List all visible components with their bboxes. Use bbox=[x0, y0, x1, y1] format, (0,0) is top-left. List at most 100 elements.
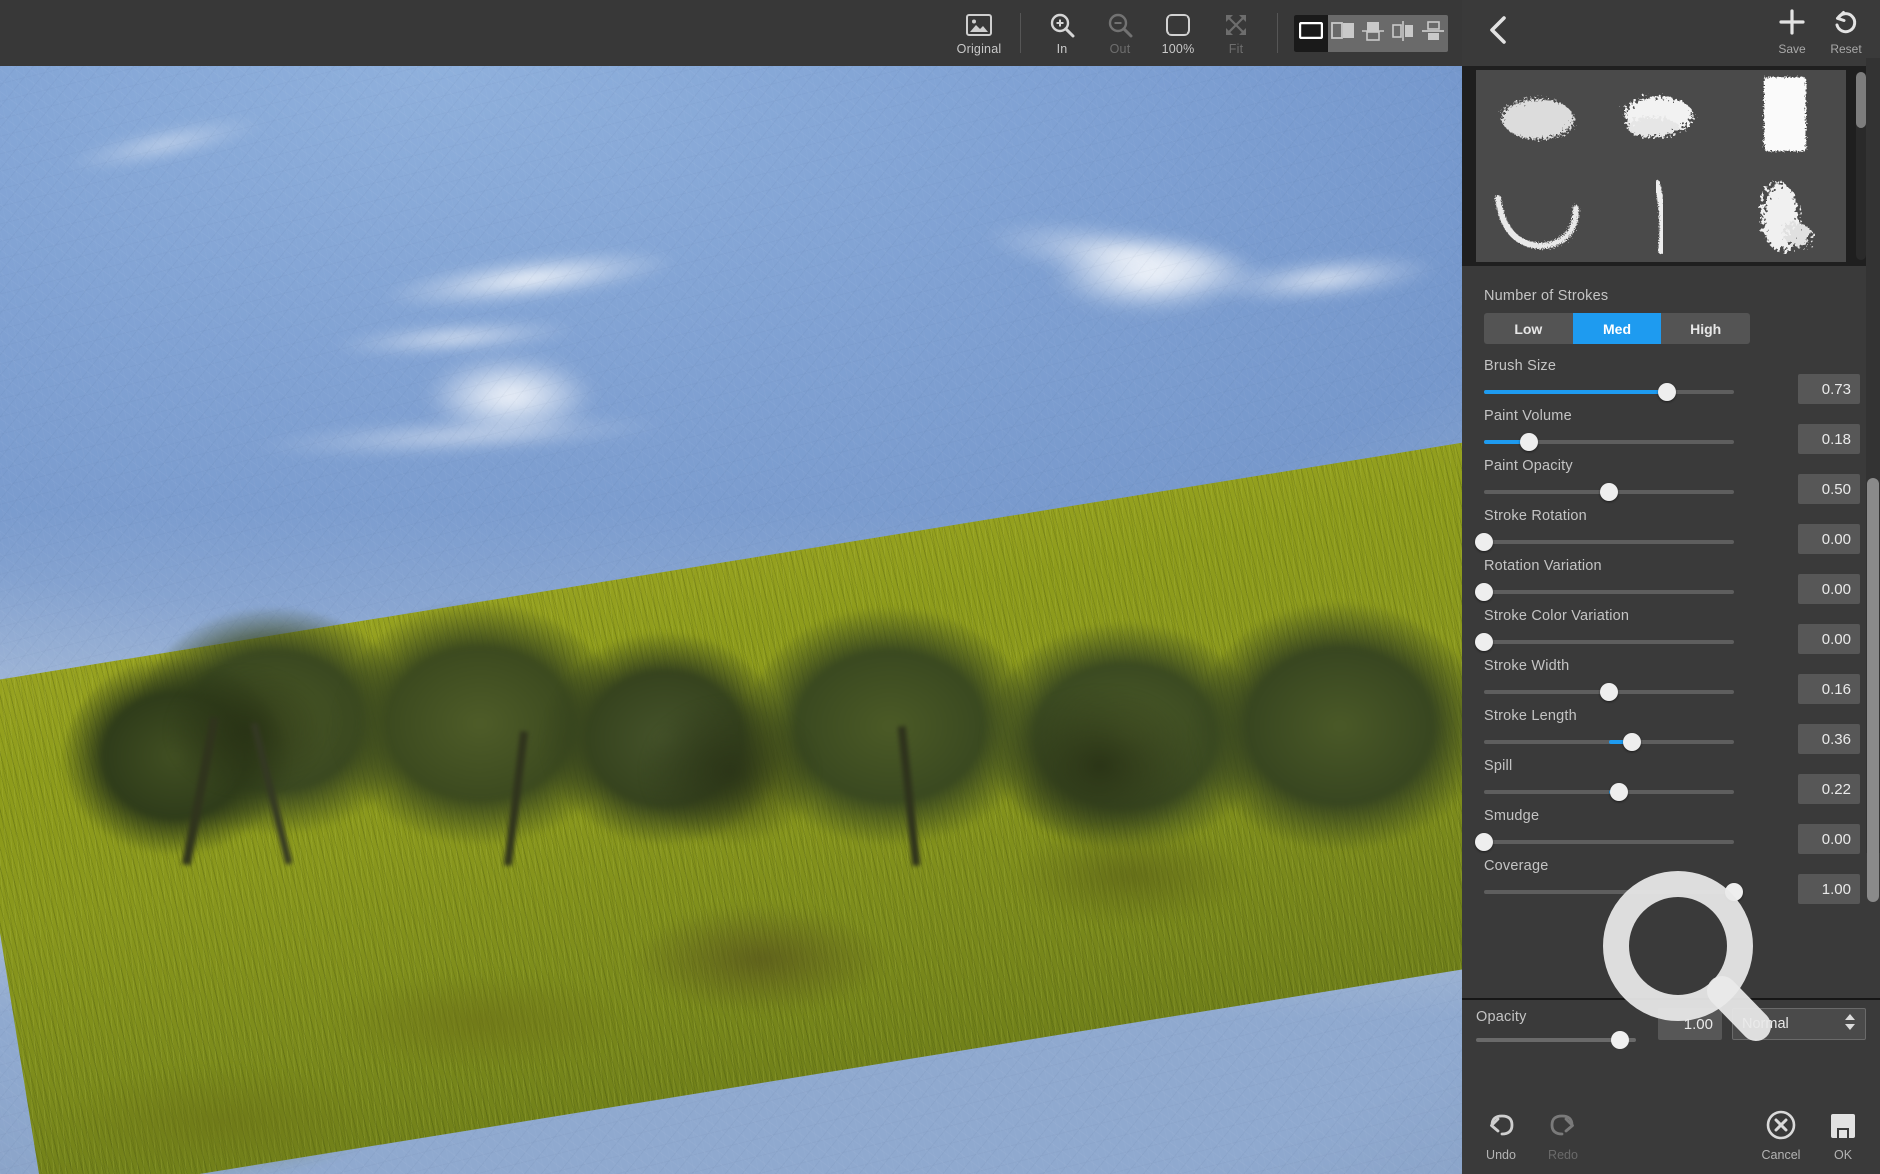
coverage-slider-knob[interactable] bbox=[1725, 883, 1743, 901]
rotation-variation-value[interactable]: 0.00 bbox=[1798, 574, 1860, 604]
brush-size-slider-knob[interactable] bbox=[1657, 383, 1676, 401]
ok-button[interactable]: OK bbox=[1814, 1111, 1872, 1162]
stroke-rotation-slider[interactable] bbox=[1475, 533, 1734, 551]
back-button[interactable] bbox=[1474, 8, 1522, 56]
opacity-value[interactable]: 1.00 bbox=[1658, 1008, 1722, 1040]
brush-scrollbar-thumb[interactable] bbox=[1856, 72, 1866, 128]
slider-row-coverage: Coverage 1.00 bbox=[1462, 858, 1880, 908]
brush-size-slider[interactable] bbox=[1484, 383, 1734, 401]
save-preset-button[interactable]: Save bbox=[1766, 5, 1818, 59]
paint-opacity-slider[interactable] bbox=[1484, 483, 1734, 501]
brush-preset-6[interactable] bbox=[1723, 168, 1846, 262]
blend-mode-select[interactable]: Normal bbox=[1732, 1008, 1866, 1040]
stroke-rotation-slider-knob[interactable] bbox=[1475, 533, 1493, 551]
stroke-width-slider[interactable] bbox=[1484, 683, 1734, 701]
brush-preset-1[interactable] bbox=[1476, 70, 1599, 168]
spill-slider-knob[interactable] bbox=[1610, 783, 1628, 801]
undo-button[interactable]: Undo bbox=[1472, 1111, 1530, 1162]
zoom-fit-label: Fit bbox=[1228, 42, 1244, 56]
floppy-save-icon bbox=[1827, 1111, 1859, 1146]
smudge-slider-knob[interactable] bbox=[1475, 833, 1493, 851]
brush-size-value[interactable]: 0.73 bbox=[1798, 374, 1860, 404]
panel-scrollbar-thumb[interactable] bbox=[1867, 478, 1879, 902]
paint-volume-slider[interactable] bbox=[1484, 433, 1734, 451]
single-view-icon bbox=[1298, 21, 1324, 44]
zoom-out-button[interactable]: Out bbox=[1091, 5, 1149, 61]
coverage-slider[interactable] bbox=[1484, 883, 1743, 901]
slider-row-stroke-rotation: Stroke Rotation 0.00 bbox=[1462, 508, 1880, 558]
zoom-in-button[interactable]: In bbox=[1033, 5, 1091, 61]
canvas-viewport[interactable] bbox=[0, 66, 1462, 1174]
paint-opacity-value[interactable]: 0.50 bbox=[1798, 474, 1860, 504]
stroke-color-variation-value[interactable]: 0.00 bbox=[1798, 624, 1860, 654]
slider-row-stroke-color-variation: Stroke Color Variation 0.00 bbox=[1462, 608, 1880, 658]
spill-label: Spill bbox=[1484, 758, 1513, 774]
view-mode-top-bottom[interactable] bbox=[1358, 15, 1388, 52]
brush-preset-3[interactable] bbox=[1723, 70, 1846, 168]
stroke-length-label: Stroke Length bbox=[1484, 708, 1577, 724]
paint-volume-label: Paint Volume bbox=[1484, 408, 1572, 424]
view-mode-side-by-side[interactable] bbox=[1328, 15, 1358, 52]
redo-arrow-icon bbox=[1547, 1111, 1579, 1146]
brush-preset-4[interactable] bbox=[1476, 168, 1599, 262]
paint-volume-slider-knob[interactable] bbox=[1520, 433, 1538, 451]
reset-button[interactable]: Reset bbox=[1820, 5, 1872, 59]
view-mode-compare-horizontal[interactable] bbox=[1418, 15, 1448, 52]
brush-size-label: Brush Size bbox=[1484, 358, 1557, 374]
panel-scrollbar-track[interactable] bbox=[1866, 58, 1880, 902]
slider-row-brush-size: Brush Size 0.73 bbox=[1462, 358, 1880, 408]
redo-label: Redo bbox=[1548, 1148, 1578, 1162]
stroke-length-value[interactable]: 0.36 bbox=[1798, 724, 1860, 754]
slider-row-paint-opacity: Paint Opacity 0.50 bbox=[1462, 458, 1880, 508]
stroke-color-variation-slider[interactable] bbox=[1475, 633, 1734, 651]
opacity-slider-knob[interactable] bbox=[1611, 1031, 1629, 1049]
opacity-slider[interactable] bbox=[1476, 1031, 1636, 1049]
thin-stroke-icon bbox=[1631, 179, 1691, 255]
brush-scrollbar-track[interactable] bbox=[1856, 72, 1866, 260]
smudge-value[interactable]: 0.00 bbox=[1798, 824, 1860, 854]
cancel-button[interactable]: Cancel bbox=[1752, 1109, 1810, 1162]
strokes-label: Number of Strokes bbox=[1484, 288, 1609, 304]
smudge-label: Smudge bbox=[1484, 808, 1540, 824]
view-mode-compare-vertical[interactable] bbox=[1388, 15, 1418, 52]
view-mode-single[interactable] bbox=[1294, 14, 1328, 52]
fit-screen-icon bbox=[1223, 10, 1249, 40]
stroke-color-variation-slider-knob[interactable] bbox=[1475, 633, 1493, 651]
stroke-length-slider-knob[interactable] bbox=[1622, 733, 1641, 751]
strokes-option-high[interactable]: High bbox=[1661, 313, 1750, 344]
brush-preset-2[interactable] bbox=[1599, 70, 1722, 168]
stepper-updown-icon bbox=[1844, 1013, 1856, 1035]
smudge-slider[interactable] bbox=[1475, 833, 1734, 851]
strokes-option-low[interactable]: Low bbox=[1484, 313, 1573, 344]
zoom-in-icon bbox=[1049, 10, 1075, 40]
stroke-length-slider[interactable] bbox=[1484, 733, 1734, 751]
stroke-color-variation-label: Stroke Color Variation bbox=[1484, 608, 1630, 624]
zoom-fit-button[interactable]: Fit bbox=[1207, 5, 1265, 61]
paint-volume-value[interactable]: 0.18 bbox=[1798, 424, 1860, 454]
tree-shadow bbox=[165, 666, 325, 796]
brush-preset-5[interactable] bbox=[1599, 168, 1722, 262]
strokes-segmented-control[interactable]: Low Med High bbox=[1484, 313, 1750, 344]
stroke-width-value[interactable]: 0.16 bbox=[1798, 674, 1860, 704]
redo-button[interactable]: Redo bbox=[1534, 1111, 1592, 1162]
tree bbox=[1190, 601, 1462, 851]
spill-slider[interactable] bbox=[1484, 783, 1734, 801]
ok-label: OK bbox=[1833, 1148, 1853, 1162]
brush-preset-browser bbox=[1462, 66, 1880, 266]
brush-preset-grid[interactable] bbox=[1476, 70, 1846, 262]
spill-value[interactable]: 0.22 bbox=[1798, 774, 1860, 804]
strokes-option-med[interactable]: Med bbox=[1572, 313, 1662, 344]
view-mode-group bbox=[1294, 14, 1448, 52]
painting-canvas[interactable] bbox=[0, 66, 1462, 1174]
zoom-100-button[interactable]: 100% bbox=[1149, 5, 1207, 61]
stroke-width-slider-knob[interactable] bbox=[1600, 683, 1618, 701]
image-icon bbox=[966, 10, 992, 40]
rotation-variation-slider-knob[interactable] bbox=[1475, 583, 1493, 601]
paint-opacity-slider-knob[interactable] bbox=[1600, 483, 1618, 501]
stroke-rotation-value[interactable]: 0.00 bbox=[1798, 524, 1860, 554]
stroke-width-label: Stroke Width bbox=[1484, 658, 1570, 674]
rotation-variation-slider[interactable] bbox=[1475, 583, 1734, 601]
coverage-value[interactable]: 1.00 bbox=[1798, 874, 1860, 904]
original-button[interactable]: Original bbox=[950, 5, 1008, 61]
slider-row-stroke-width: Stroke Width 0.16 bbox=[1462, 658, 1880, 708]
